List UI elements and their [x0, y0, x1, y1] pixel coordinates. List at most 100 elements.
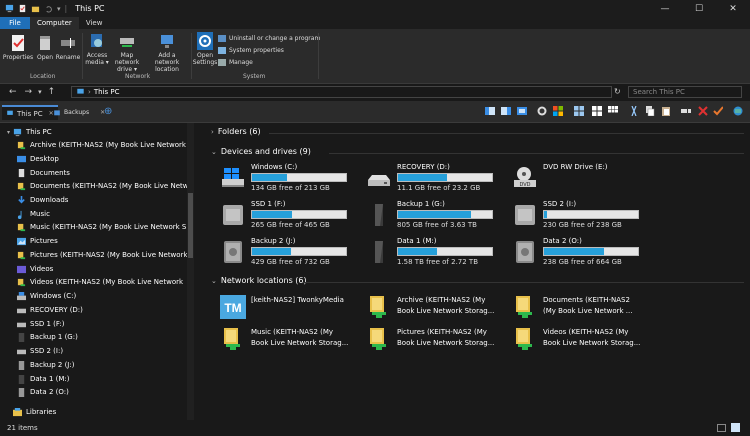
- medium-icons-icon[interactable]: [592, 106, 602, 116]
- copy-icon[interactable]: [645, 106, 655, 116]
- add-network-location-button[interactable]: Add a network location: [146, 32, 188, 73]
- properties-icon[interactable]: [18, 4, 27, 13]
- forward-icon[interactable]: →: [25, 87, 33, 97]
- sidebar-item-pictures[interactable]: Pictures: [17, 235, 58, 247]
- globe-icon[interactable]: [733, 106, 743, 116]
- network-location-music[interactable]: Music (KEITH-NAS2 (My Book Live Network S…: [220, 326, 360, 352]
- large-icons-icon[interactable]: [574, 106, 584, 116]
- sidebar-item-music-nas[interactable]: Music (KEITH-NAS2 (My Book Live Network …: [17, 221, 186, 233]
- network-folder-icon: [17, 182, 26, 190]
- sidebar-item-recovery-d[interactable]: RECOVERY (D:): [17, 304, 83, 316]
- system-properties-button[interactable]: System properties: [218, 47, 284, 54]
- new-tab-icon[interactable]: ⊕: [104, 106, 112, 117]
- pc-icon: [77, 88, 84, 94]
- large-icons-view-icon[interactable]: [731, 423, 740, 432]
- sidebar-item-backup1-g[interactable]: Backup 1 (G:): [17, 331, 78, 343]
- small-icons-icon[interactable]: [608, 106, 618, 116]
- sidebar-item-backup2-j[interactable]: Backup 2 (J:): [17, 359, 74, 371]
- details-view-icon[interactable]: [717, 424, 726, 432]
- tab-backups[interactable]: Backups ✕: [49, 105, 109, 120]
- drive-usage-bar: [397, 173, 493, 182]
- drive-ssd1-f[interactable]: SSD 1 (F:) 265 GB free of 465 GB: [220, 200, 360, 230]
- network-location-twonky[interactable]: TM [keith-NAS2] TwonkyMedia: [220, 294, 360, 320]
- sidebar-item-documents-nas[interactable]: Documents (KEITH-NAS2 (My Book Live Netw: [17, 180, 188, 192]
- drives-section-header[interactable]: ⌄ Devices and drives (9): [211, 147, 311, 156]
- drive-data2-o[interactable]: Data 2 (O:) 238 GB free of 664 GB: [512, 237, 652, 267]
- sidebar-item-desktop[interactable]: Desktop: [17, 153, 59, 165]
- minimize-icon[interactable]: —: [648, 0, 682, 17]
- close-icon[interactable]: ✕: [716, 0, 750, 17]
- rename-icon[interactable]: [681, 106, 691, 116]
- cut-icon[interactable]: [629, 106, 639, 116]
- sidebar-item-data1-m[interactable]: Data 1 (M:): [17, 373, 69, 385]
- folder-icon: [54, 110, 60, 116]
- drive-ssd2-i[interactable]: SSD 2 (I:) 230 GB free of 238 GB: [512, 200, 652, 230]
- sidebar-scrollbar[interactable]: [187, 123, 194, 420]
- drive-icon: [17, 322, 26, 327]
- network-folder-icon: [17, 278, 26, 286]
- uninstall-program-button[interactable]: Uninstall or change a program: [218, 35, 320, 42]
- sidebar-item-videos[interactable]: Videos: [17, 263, 53, 275]
- drive-usage-bar: [543, 247, 639, 256]
- address-bar[interactable]: › This PC: [71, 86, 612, 98]
- paste-icon[interactable]: [661, 106, 671, 116]
- sidebar-item-this-pc[interactable]: ▾ This PC: [7, 126, 52, 138]
- external-drive-icon: [375, 204, 383, 226]
- network-location-pictures[interactable]: Pictures (KEITH-NAS2 (My Book Live Networ…: [366, 326, 506, 352]
- drive-recovery-d[interactable]: RECOVERY (D:) 11.1 GB free of 23.2 GB: [366, 163, 506, 193]
- rename-button[interactable]: Rename: [56, 34, 80, 61]
- delete-icon[interactable]: [698, 106, 708, 116]
- sidebar-item-music[interactable]: Music: [17, 208, 50, 220]
- undo-icon[interactable]: [44, 4, 53, 13]
- windows-logo-icon[interactable]: [553, 106, 563, 116]
- up-icon[interactable]: ↑: [48, 87, 56, 97]
- pc-icon: [13, 128, 22, 136]
- map-network-drive-button[interactable]: Map network drive ▾: [109, 32, 145, 73]
- network-location-archive[interactable]: Archive (KEITH-NAS2 (My Book Live Network…: [366, 294, 506, 320]
- sidebar-item-libraries[interactable]: Libraries: [13, 406, 56, 418]
- search-input[interactable]: Search This PC: [628, 86, 742, 98]
- new-folder-icon[interactable]: [31, 4, 40, 13]
- chevron-down-icon[interactable]: ▾: [7, 129, 10, 136]
- sidebar-item-downloads[interactable]: Downloads: [17, 194, 68, 206]
- drive-windows-c[interactable]: Windows (C:) 134 GB free of 213 GB: [220, 163, 360, 193]
- libraries-icon: [13, 407, 22, 416]
- drive-backup1-g[interactable]: Backup 1 (G:) 805 GB free of 3.63 TB: [366, 200, 506, 230]
- back-icon[interactable]: ←: [9, 87, 17, 97]
- sidebar-item-pictures-nas[interactable]: Pictures (KEITH-NAS2 (My Book Live Netwo…: [17, 249, 188, 261]
- sidebar-item-archive[interactable]: Archive (KEITH-NAS2 (My Book Live Networ…: [17, 139, 186, 151]
- sidebar-item-ssd1-f[interactable]: SSD 1 (F:): [17, 318, 64, 330]
- folders-section-header[interactable]: › Folders (6): [211, 127, 261, 136]
- hdd-icon: [368, 175, 390, 186]
- maximize-icon[interactable]: ☐: [682, 0, 716, 17]
- view-details-icon[interactable]: [485, 106, 495, 116]
- network-location-videos[interactable]: Videos (KEITH-NAS2 (My Book Live Network …: [512, 326, 652, 352]
- check-icon[interactable]: [713, 106, 723, 116]
- media-server-icon: TM: [220, 295, 246, 319]
- view-layout-icon[interactable]: [517, 106, 527, 116]
- network-location-documents[interactable]: Documents (KEITH-NAS2 (My Book Live Netwo…: [512, 294, 652, 320]
- tab-computer[interactable]: Computer: [30, 17, 79, 29]
- drive-data1-m[interactable]: Data 1 (M:) 1.58 TB free of 2.72 TB: [366, 237, 506, 267]
- drive-backup2-j[interactable]: Backup 2 (J:) 429 GB free of 732 GB: [220, 237, 360, 267]
- open-button[interactable]: Open: [34, 34, 56, 61]
- network-section-header[interactable]: ⌄ Network locations (6): [211, 276, 307, 285]
- recent-chevron-icon[interactable]: ▾: [38, 88, 42, 96]
- sidebar-scroll-thumb[interactable]: [188, 193, 193, 258]
- sidebar-item-documents[interactable]: Documents: [17, 167, 70, 179]
- view-preview-icon[interactable]: [501, 106, 511, 116]
- sidebar-item-windows-c[interactable]: Windows (C:): [17, 290, 76, 302]
- record-icon[interactable]: [537, 106, 547, 116]
- access-media-button[interactable]: Access media ▾: [84, 32, 110, 66]
- tab-view[interactable]: View: [79, 17, 110, 29]
- refresh-icon[interactable]: ↻: [614, 87, 621, 96]
- tab-file[interactable]: File: [0, 17, 30, 29]
- sidebar-item-data2-o[interactable]: Data 2 (O:): [17, 386, 69, 398]
- drive-dvd-e[interactable]: DVD DVD RW Drive (E:): [512, 163, 652, 193]
- manage-button[interactable]: Manage: [218, 59, 253, 66]
- properties-button[interactable]: Properties: [3, 34, 33, 61]
- open-settings-button[interactable]: Open Settings: [193, 32, 217, 66]
- customize-chevron-icon[interactable]: ▾: [57, 5, 61, 13]
- sidebar-item-ssd2-i[interactable]: SSD 2 (I:): [17, 345, 63, 357]
- sidebar-item-videos-nas[interactable]: Videos (KEITH-NAS2 (My Book Live Network: [17, 276, 183, 288]
